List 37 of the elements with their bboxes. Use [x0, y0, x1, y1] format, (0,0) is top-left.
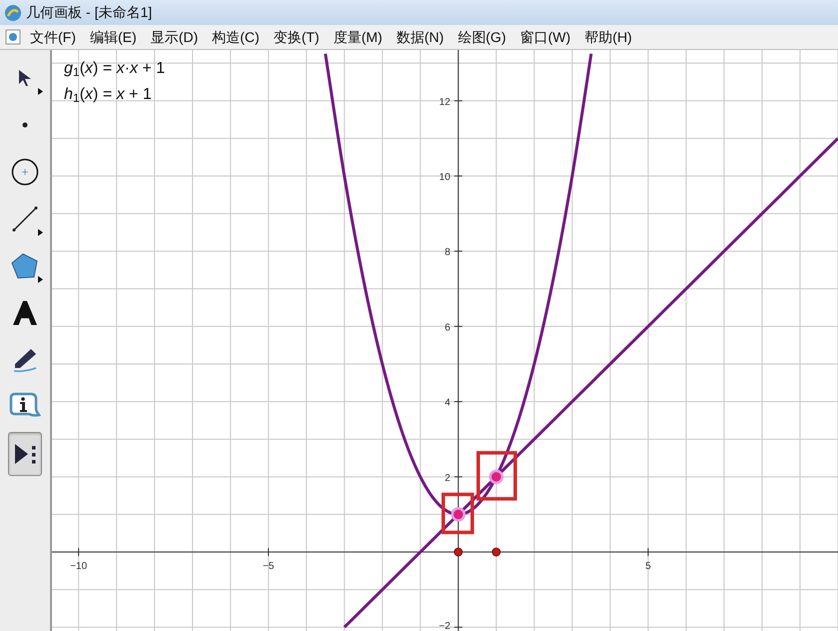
x-tick-label: 5: [645, 561, 651, 572]
y-tick-label: 4: [444, 398, 450, 409]
menu-item[interactable]: 变换(T): [267, 26, 326, 48]
play-dots-icon: [12, 441, 38, 467]
pentagon-icon: [10, 252, 40, 280]
y-tick-label: 10: [439, 172, 450, 183]
arrow-pointer-icon: [17, 69, 33, 87]
function-label[interactable]: h$_{1}$(x) = x + 1: [64, 84, 165, 106]
x-tick-label: −5: [262, 561, 274, 572]
line-segment-icon: [12, 206, 38, 232]
y-tick-label: −2: [438, 621, 450, 631]
menu-item[interactable]: 构造(C): [206, 26, 266, 48]
intersection-point[interactable]: [451, 507, 466, 522]
menu-item[interactable]: 窗口(W): [514, 26, 577, 48]
document-icon[interactable]: [4, 28, 22, 46]
pen-icon: [11, 347, 39, 373]
window-title: 几何画板 - [未命名1]: [26, 3, 152, 22]
menu-item[interactable]: 显示(D): [144, 26, 204, 48]
menu-item[interactable]: 编辑(E): [84, 26, 143, 48]
function-label[interactable]: g$_{1}$(x) = x·x + 1: [64, 58, 165, 80]
menu-item[interactable]: 帮助(H): [578, 26, 638, 48]
menu-item[interactable]: 文件(F): [24, 26, 82, 48]
axis-point[interactable]: [454, 548, 463, 556]
x-tick-label: −10: [70, 561, 88, 572]
menu-item[interactable]: 数据(N): [390, 26, 450, 48]
tool-button[interactable]: [8, 432, 42, 476]
app-logo-icon: [4, 4, 22, 22]
y-tick-label: 8: [444, 247, 450, 258]
point-icon: [22, 122, 28, 128]
y-tick-label: 2: [444, 472, 450, 484]
axis-point[interactable]: [492, 548, 501, 556]
y-tick-label: 6: [444, 322, 450, 334]
intersection-point[interactable]: [489, 470, 504, 484]
menu-item[interactable]: 度量(M): [327, 26, 388, 48]
circle-icon: [11, 158, 39, 186]
y-tick-label: 12: [439, 96, 450, 108]
menu-item[interactable]: 绘图(G): [452, 26, 512, 48]
